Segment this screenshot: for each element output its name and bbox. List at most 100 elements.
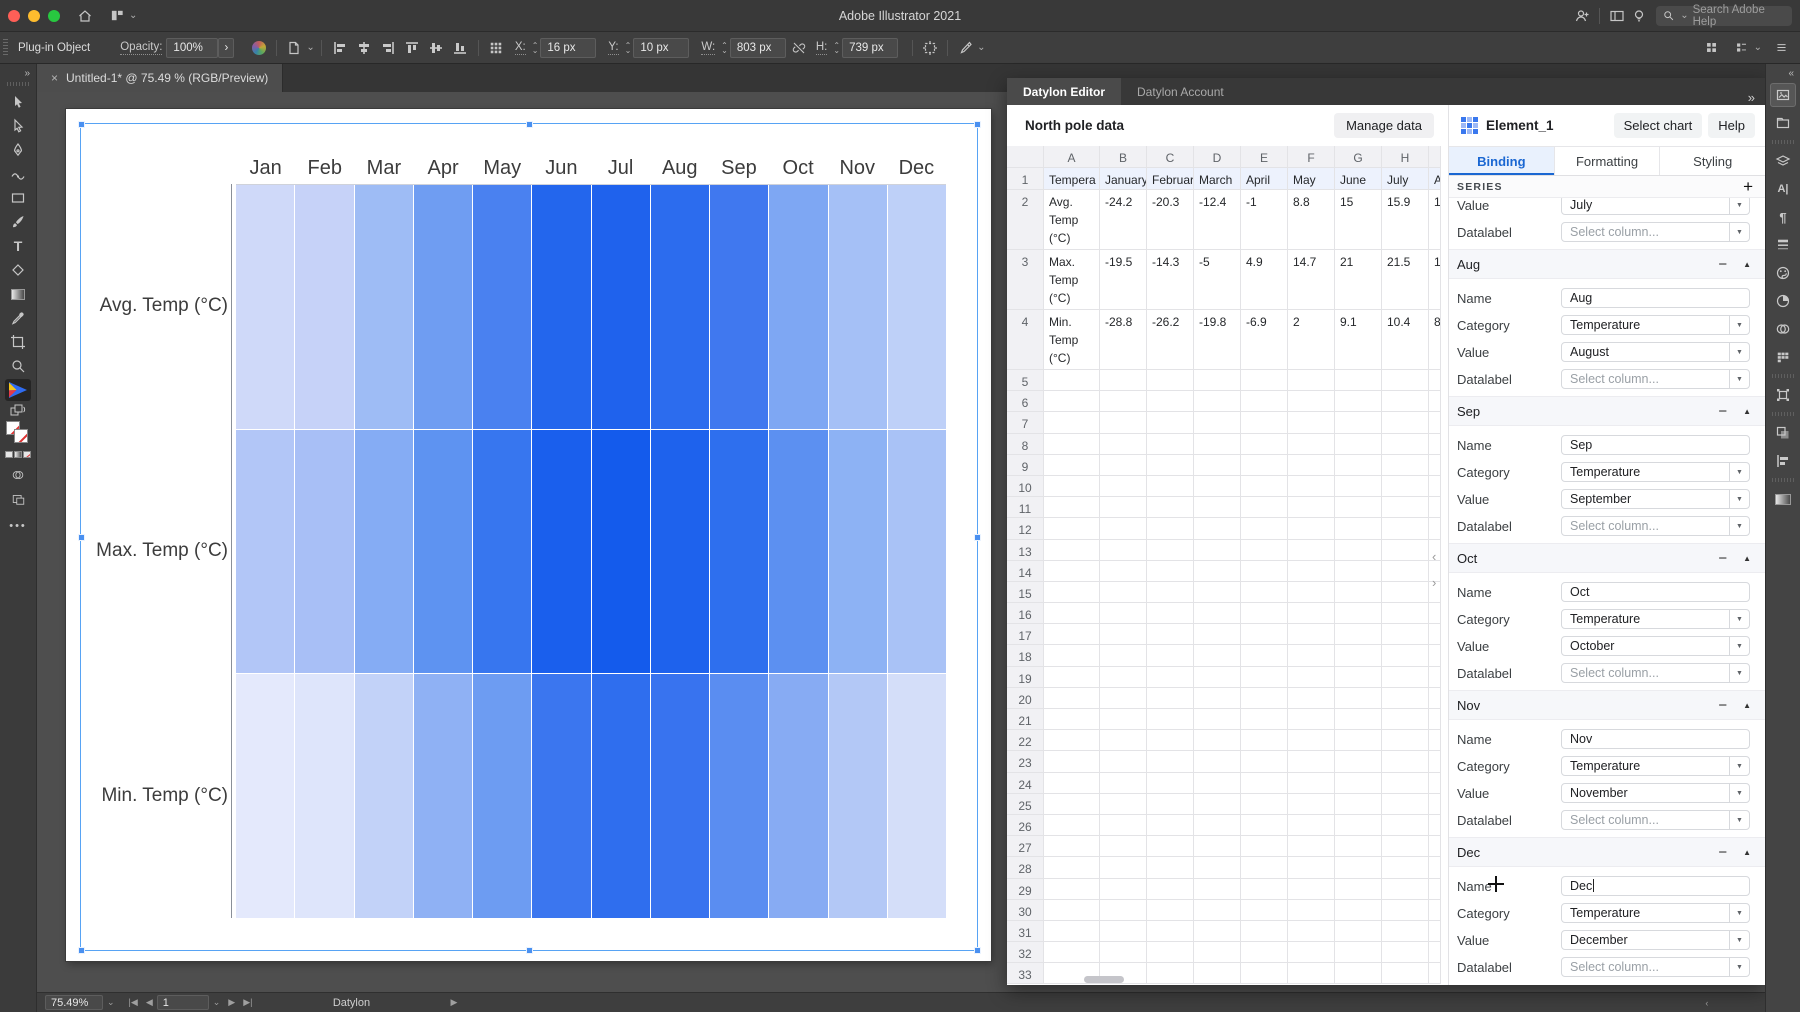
x-label[interactable]: X: xyxy=(515,41,526,55)
sheet-cell[interactable] xyxy=(1147,794,1194,815)
sheet-cell[interactable] xyxy=(1147,476,1194,497)
sheet-cell[interactable]: July xyxy=(1382,168,1429,190)
sheet-cell[interactable] xyxy=(1241,900,1288,921)
eraser-tool[interactable] xyxy=(5,259,31,281)
y-input[interactable]: 10 px xyxy=(633,38,689,58)
align-center-v-icon[interactable] xyxy=(428,40,444,56)
sheet-cell[interactable] xyxy=(1100,476,1147,497)
sheet-cell[interactable] xyxy=(1044,370,1100,391)
row-number[interactable]: 8 xyxy=(1007,434,1044,455)
category-select[interactable]: Temperature▼ xyxy=(1561,903,1750,923)
sheet-cell[interactable] xyxy=(1241,879,1288,900)
sheet-cell[interactable] xyxy=(1241,455,1288,476)
sheet-cell[interactable] xyxy=(1194,921,1241,942)
opacity-input[interactable]: 100% xyxy=(166,38,218,58)
sheet-cell[interactable] xyxy=(1194,730,1241,751)
sheet-cell[interactable] xyxy=(1335,773,1382,794)
sheet-cell[interactable] xyxy=(1100,667,1147,688)
sheet-cell[interactable]: A xyxy=(1429,168,1441,190)
sheet-cell[interactable] xyxy=(1194,815,1241,836)
column-header[interactable] xyxy=(1429,146,1441,168)
row-number[interactable]: 6 xyxy=(1007,391,1044,412)
artboard-dropdown-icon[interactable]: ⌄ xyxy=(213,997,221,1008)
sheet-cell[interactable] xyxy=(1100,540,1147,561)
sheet-cell[interactable]: Min. Temp (°C) xyxy=(1044,310,1100,370)
home-icon[interactable] xyxy=(74,5,96,27)
sheet-cell[interactable] xyxy=(1382,370,1429,391)
sheet-cell[interactable] xyxy=(1382,497,1429,518)
sheet-cell[interactable] xyxy=(1429,603,1441,624)
sheet-cell[interactable] xyxy=(1429,815,1441,836)
sheet-cell[interactable] xyxy=(1429,857,1441,878)
sheet-cell[interactable]: -5 xyxy=(1194,250,1241,310)
sheet-cell[interactable] xyxy=(1194,455,1241,476)
opacity-label[interactable]: Opacity: xyxy=(120,41,162,55)
sheet-cell[interactable] xyxy=(1147,667,1194,688)
sheet-cell[interactable] xyxy=(1288,624,1335,645)
sheet-cell[interactable] xyxy=(1382,688,1429,709)
sheet-cell[interactable]: 14.7 xyxy=(1288,250,1335,310)
sheet-cell[interactable] xyxy=(1335,434,1382,455)
row-number[interactable]: 28 xyxy=(1007,857,1044,878)
chevron-down-icon[interactable]: ▼ xyxy=(1729,664,1749,682)
selection-bounding-box[interactable] xyxy=(80,123,978,951)
sheet-cell[interactable] xyxy=(1147,412,1194,433)
remove-series-icon[interactable]: − xyxy=(1718,550,1727,567)
workspace-switcher-icon[interactable] xyxy=(106,5,128,27)
chevron-down-icon[interactable]: ▼ xyxy=(1729,811,1749,829)
sheet-cell[interactable] xyxy=(1429,476,1441,497)
category-select[interactable]: Temperature▼ xyxy=(1561,756,1750,776)
none-button[interactable] xyxy=(23,451,31,458)
row-number[interactable]: 15 xyxy=(1007,582,1044,603)
sheet-cell[interactable] xyxy=(1147,688,1194,709)
sheet-cell[interactable] xyxy=(1429,730,1441,751)
sheet-cell[interactable] xyxy=(1335,751,1382,772)
sheet-cell[interactable] xyxy=(1241,815,1288,836)
row-number[interactable]: 5 xyxy=(1007,370,1044,391)
y-stepper[interactable]: ⌃⌄ xyxy=(625,43,632,53)
sheet-cell[interactable] xyxy=(1044,476,1100,497)
sheet-cell[interactable] xyxy=(1194,370,1241,391)
sheet-cell[interactable] xyxy=(1335,455,1382,476)
datalabel-select[interactable]: Select column...▼ xyxy=(1561,810,1750,830)
sheet-cell[interactable] xyxy=(1335,857,1382,878)
chevron-down-icon[interactable]: ▼ xyxy=(1729,316,1749,334)
zoom-window-button[interactable] xyxy=(48,10,60,22)
sheet-cell[interactable] xyxy=(1288,455,1335,476)
sheet-cell[interactable] xyxy=(1335,900,1382,921)
opacity-expand-button[interactable]: › xyxy=(218,38,234,58)
sheet-cell[interactable] xyxy=(1100,434,1147,455)
column-header[interactable]: E xyxy=(1241,146,1288,168)
chevron-down-icon[interactable]: ▼ xyxy=(1729,610,1749,628)
column-header[interactable]: F xyxy=(1288,146,1335,168)
sheet-cell[interactable] xyxy=(1429,773,1441,794)
panel-align-icon[interactable] xyxy=(1770,449,1796,473)
arrange-documents-icon[interactable] xyxy=(1701,37,1723,59)
row-number[interactable]: 25 xyxy=(1007,794,1044,815)
selection-tool[interactable] xyxy=(5,91,31,113)
sheet-cell[interactable] xyxy=(1429,963,1441,984)
selection-handle[interactable] xyxy=(78,121,85,128)
sheet-cell[interactable] xyxy=(1335,963,1382,984)
sheet-cell[interactable] xyxy=(1288,667,1335,688)
sheet-cell[interactable] xyxy=(1288,942,1335,963)
sheet-cell[interactable] xyxy=(1241,412,1288,433)
sheet-cell[interactable]: Tempera xyxy=(1044,168,1100,190)
h-stepper[interactable]: ⌃⌄ xyxy=(833,43,840,53)
sheet-cell[interactable] xyxy=(1335,879,1382,900)
gradient-tool[interactable] xyxy=(5,283,31,305)
row-number[interactable]: 23 xyxy=(1007,751,1044,772)
chevron-down-icon[interactable]: ▼ xyxy=(1729,370,1749,388)
sheet-cell[interactable] xyxy=(1100,412,1147,433)
sheet-cell[interactable] xyxy=(1288,434,1335,455)
manage-data-button[interactable]: Manage data xyxy=(1334,113,1434,138)
w-label[interactable]: W: xyxy=(701,41,715,55)
sheet-cell[interactable] xyxy=(1288,412,1335,433)
minimize-window-button[interactable] xyxy=(28,10,40,22)
sheet-cell[interactable] xyxy=(1147,730,1194,751)
sheet-cell[interactable] xyxy=(1044,921,1100,942)
artboard-number-input[interactable]: 1 xyxy=(157,995,209,1010)
collapse-series-icon[interactable]: ▲ xyxy=(1743,407,1751,416)
panel-character-styles-icon[interactable]: A| xyxy=(1770,177,1796,201)
selection-handle[interactable] xyxy=(526,121,533,128)
